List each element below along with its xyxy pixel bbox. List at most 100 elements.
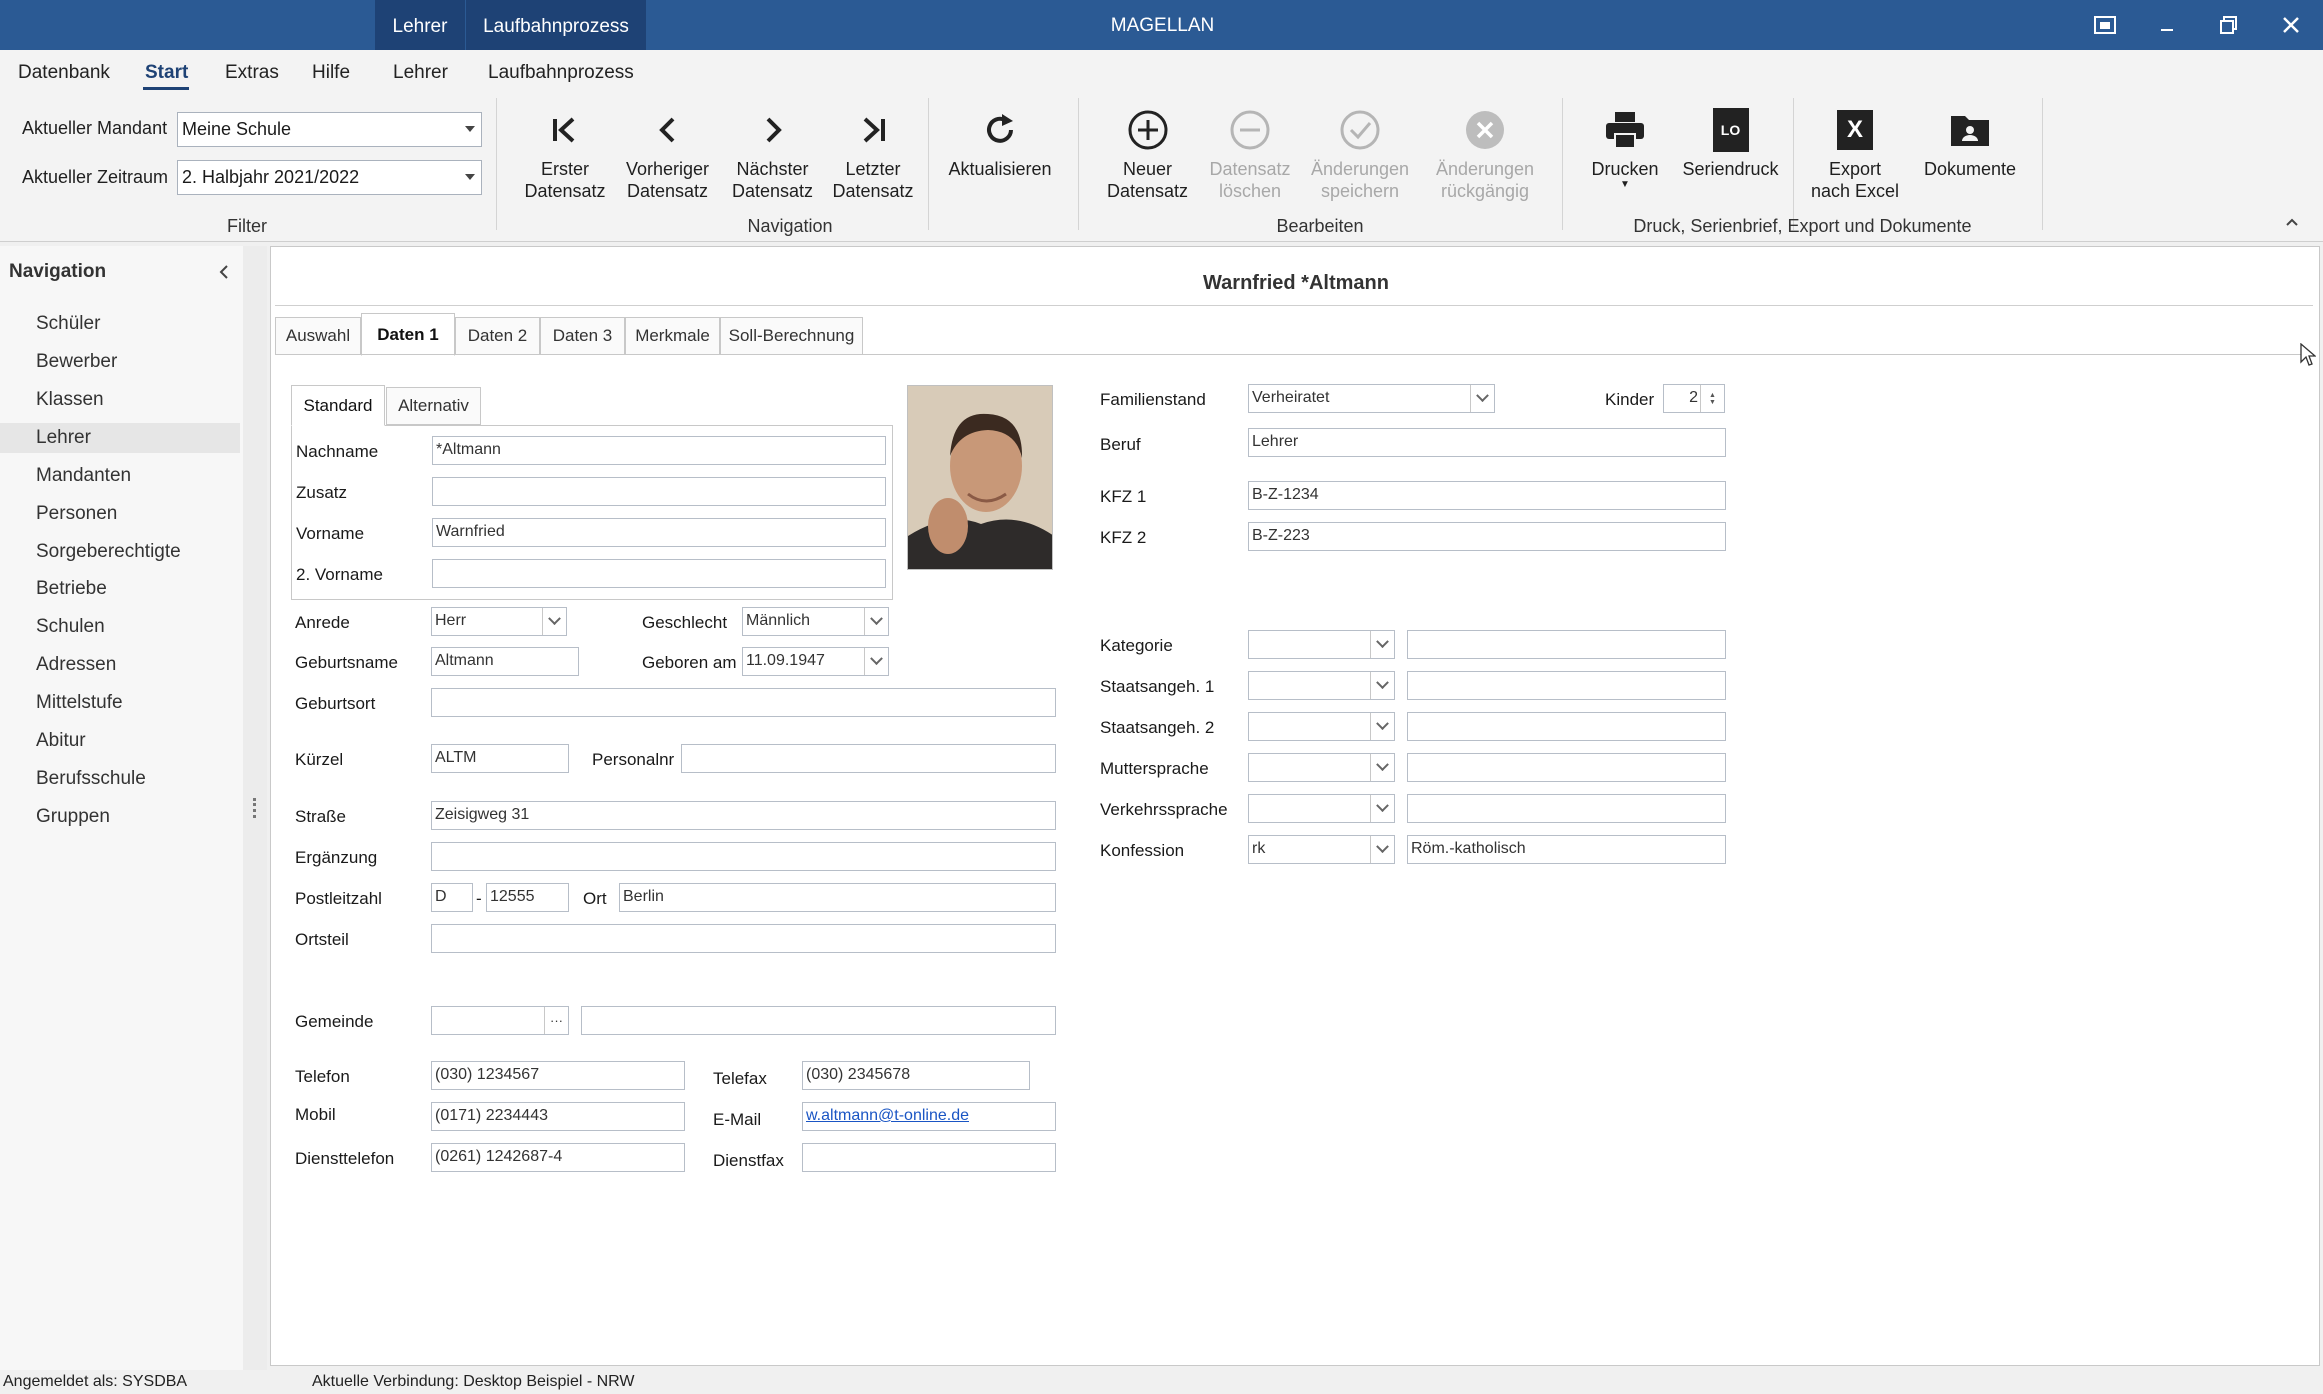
telefon-field[interactable]: (030) 1234567 [431,1061,685,1090]
geschlecht-select[interactable]: Männlich [742,607,889,636]
menu-laufbahnprozess[interactable]: Laufbahnprozess [488,62,634,84]
gemeinde-field[interactable]: ··· [431,1006,569,1035]
nav-item-lehrer[interactable]: Lehrer [0,423,240,453]
restore-layout-icon[interactable] [2074,0,2136,50]
nav-item-sorgeberechtigte[interactable]: Sorgeberechtigte [0,537,240,567]
undo-changes-button[interactable]: Änderungen rückgängig [1425,108,1545,202]
land-field[interactable]: D [431,883,473,912]
staatsangeh2-select[interactable] [1248,712,1395,741]
ergaenzung-field[interactable] [431,842,1056,871]
diensttelefon-field[interactable]: (0261) 1242687-4 [431,1143,685,1172]
nav-item-mandanten[interactable]: Mandanten [0,461,240,491]
tab-merkmale[interactable]: Merkmale [625,317,720,355]
refresh-button[interactable]: Aktualisieren [940,108,1060,180]
vorname2-label: 2. Vorname [296,565,383,584]
nav-item-schulen[interactable]: Schulen [0,612,240,642]
spin-arrows-icon[interactable]: ▲ ▼ [1700,385,1724,412]
konfession-text-field: Röm.-katholisch [1407,835,1726,864]
email-label: E-Mail [713,1110,762,1129]
telefax-field[interactable]: (030) 2345678 [802,1061,1030,1090]
kfz1-field[interactable]: B-Z-1234 [1248,481,1726,510]
splitter[interactable] [243,246,267,1370]
postleitzahl-field[interactable]: 12555 [486,883,569,912]
staatsangeh1-select[interactable] [1248,671,1395,700]
kfz2-field[interactable]: B-Z-223 [1248,522,1726,551]
dienstfax-field[interactable] [802,1143,1056,1172]
tab-auswahl[interactable]: Auswahl [275,317,361,355]
close-icon[interactable] [2260,0,2322,50]
tab-daten-2[interactable]: Daten 2 [455,317,540,355]
mandant-select[interactable]: Meine Schule [177,112,482,147]
last-record-icon [828,108,918,152]
ribbon-separator [496,98,497,230]
first-record-button[interactable]: Erster Datensatz [520,108,610,202]
geboren-date-field[interactable]: 11.09.1947 [742,647,889,676]
export-excel-button[interactable]: X Export nach Excel [1800,108,1910,202]
nav-item-mittelstufe[interactable]: Mittelstufe [0,688,240,718]
new-record-button[interactable]: Neuer Datensatz [1095,108,1200,202]
delete-record-button[interactable]: Datensatz löschen [1200,108,1300,202]
email-field[interactable]: w.altmann@t-online.de [802,1102,1056,1131]
nav-item-klassen[interactable]: Klassen [0,385,240,415]
zusatz-field[interactable] [432,477,886,506]
muttersprache-select[interactable] [1248,753,1395,782]
nav-item-abitur[interactable]: Abitur [0,726,240,756]
minimize-icon[interactable] [2136,0,2198,50]
tab-daten-3[interactable]: Daten 3 [540,317,625,355]
tab-daten-1[interactable]: Daten 1 [361,313,455,356]
vorname-field[interactable]: Warnfried [432,518,886,547]
documents-button[interactable]: Dokumente [1915,108,2025,180]
anrede-label: Anrede [295,613,350,632]
nav-item-schueler[interactable]: Schüler [0,309,240,339]
anrede-select[interactable]: Herr [431,607,567,636]
ort-field[interactable]: Berlin [619,883,1056,912]
kategorie-select[interactable] [1248,630,1395,659]
mobil-field[interactable]: (0171) 2234443 [431,1102,685,1131]
context-tab-lehrer[interactable]: Lehrer [375,0,465,50]
strasse-field[interactable]: Zeisigweg 31 [431,801,1056,830]
previous-record-button[interactable]: Vorheriger Datensatz [620,108,715,202]
collapse-ribbon-icon[interactable] [2285,214,2299,232]
menu-start[interactable]: Start [145,62,188,84]
serial-print-button[interactable]: LO Seriendruck [1678,108,1783,180]
nav-item-personen[interactable]: Personen [0,499,240,529]
menu-lehrer[interactable]: Lehrer [393,62,448,84]
status-user: Angemeldet als: SYSDBA [3,1373,188,1390]
geburtsort-field[interactable] [431,688,1056,717]
subtab-alternativ[interactable]: Alternativ [386,387,481,425]
ortsteil-field[interactable] [431,924,1056,953]
tab-soll-berechnung[interactable]: Soll-Berechnung [720,317,863,355]
next-record-button[interactable]: Nächster Datensatz [725,108,820,202]
zeitraum-select[interactable]: 2. Halbjahr 2021/2022 [177,160,482,195]
subtab-standard[interactable]: Standard [291,385,385,426]
nav-item-betriebe[interactable]: Betriebe [0,574,240,604]
vorname2-field[interactable] [432,559,886,588]
ellipsis-icon[interactable]: ··· [544,1007,568,1034]
menu-datenbank[interactable]: Datenbank [18,62,110,84]
kinder-stepper[interactable]: 2 ▲ ▼ [1663,384,1725,413]
personalnr-field[interactable] [681,744,1056,773]
nav-item-berufsschule[interactable]: Berufsschule [0,764,240,794]
kuerzel-field[interactable]: ALTM [431,744,569,773]
verkehrssprache-select[interactable] [1248,794,1395,823]
nav-item-gruppen[interactable]: Gruppen [0,802,240,832]
beruf-field[interactable]: Lehrer [1248,428,1726,457]
muttersprache-text-field [1407,753,1726,782]
geburtsname-field[interactable]: Altmann [431,647,579,676]
filter-group-label: Filter [227,216,267,236]
print-button[interactable]: Drucken ▼ [1580,108,1670,190]
familienstand-select[interactable]: Verheiratet [1248,384,1495,413]
maximize-icon[interactable] [2198,0,2260,50]
mandant-label: Aktueller Mandant [22,118,168,138]
nachname-field[interactable]: *Altmann [432,436,886,465]
teacher-photo[interactable] [907,385,1053,570]
menu-hilfe[interactable]: Hilfe [312,62,350,84]
last-record-button[interactable]: Letzter Datensatz [828,108,918,202]
collapse-navigation-icon[interactable] [218,264,230,285]
save-changes-button[interactable]: Änderungen speichern [1305,108,1415,202]
menu-extras[interactable]: Extras [225,62,279,84]
konfession-select[interactable]: rk [1248,835,1395,864]
nav-item-adressen[interactable]: Adressen [0,650,240,680]
context-tab-laufbahnprozess[interactable]: Laufbahnprozess [466,0,646,50]
nav-item-bewerber[interactable]: Bewerber [0,347,240,377]
